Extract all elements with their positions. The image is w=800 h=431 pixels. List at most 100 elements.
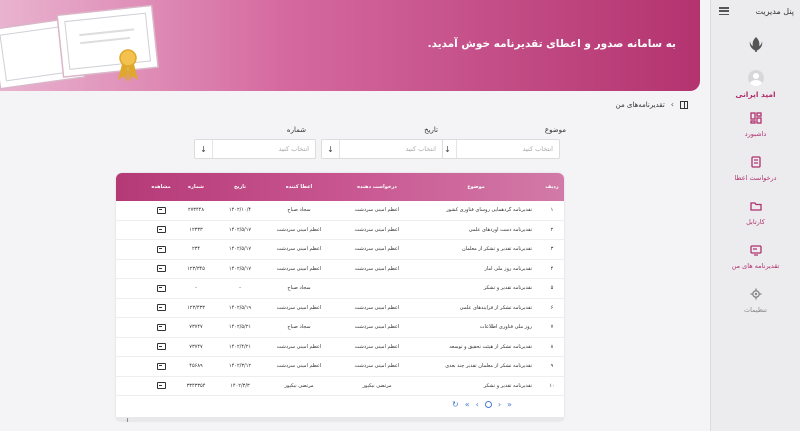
header-grantor[interactable]: اعطا کننده (264, 184, 334, 190)
header-index[interactable]: ردیف (540, 184, 564, 190)
breadcrumb: › تقدیرنامه‌های من (616, 100, 688, 109)
table-row[interactable]: ۲ تقدیرنامه دست آوردهای علمی اعظم امینی سر… (116, 221, 564, 240)
table-row[interactable]: ۷ روز ملی فناوری اطلاعات اعظم امینی سردشت س… (116, 318, 564, 338)
sidebar-item-label: داشبورد (744, 130, 767, 138)
user-name: امید ایرانی (735, 90, 776, 99)
cell-topic: تقدیرنامه دست آوردهای علمی (468, 226, 532, 233)
view-cell (146, 206, 176, 214)
cell-date: ۱۴۰۲/۳/۳ (230, 382, 250, 389)
sidebar-item-label: کارتابل (746, 218, 765, 226)
cell-grantor: اعظم امینی سردشت (276, 226, 322, 233)
view-certificate-icon[interactable] (156, 226, 166, 234)
table-row[interactable]: ۴ تقدیرنامه روز ملی آمار اعظم امینی سردشت ا… (116, 260, 564, 279)
cell-date: ۱۴۰۲/۵/۱۷ (228, 265, 252, 272)
table-row[interactable]: ۵ تقدیرنامه تقدیر و تشکر سجاد صباح - - (116, 279, 564, 299)
welcome-banner: به سامانه صدور و اعطای تقدیرنامه خوش آمد… (0, 0, 700, 91)
cell-requester: اعظم امینی سردشت (354, 363, 400, 370)
placeholder: انتخاب کنید (278, 145, 309, 153)
cell-topic: تقدیرنامه تشکر از معلمان تقدیر چند بعدی (445, 363, 532, 370)
header-number[interactable]: شماره (176, 184, 216, 190)
cell-grantor: سجاد صباح (287, 324, 311, 331)
cell-date: ۱۴۰۲/۵/۲۱ (228, 324, 252, 331)
table-header: ردیف موضوع درخواست دهنده اعطا کننده تاری… (116, 173, 564, 201)
cell-date: ۱۴۰۲/۵/۱۷ (228, 226, 252, 233)
refresh-icon[interactable]: ↻ (452, 400, 459, 409)
current-page-indicator[interactable] (484, 401, 492, 408)
view-certificate-icon[interactable] (156, 284, 166, 292)
cell-grantor: اعظم امینی سردشت (276, 265, 322, 272)
view-cell (146, 265, 176, 273)
cell-grantor: سجاد صباح (287, 207, 311, 214)
cell-requester: مرتضی نیکپور (362, 382, 392, 389)
table-row[interactable]: ۹ تقدیرنامه تشکر از معلمان تقدیر چند بعدی… (116, 357, 564, 377)
header-requester[interactable]: درخواست دهنده (334, 184, 420, 190)
date-filter-select[interactable]: انتخاب کنید ↓ (321, 139, 443, 159)
sidebar-item-settings[interactable]: تنظیمات (711, 283, 800, 327)
view-cell (146, 362, 176, 370)
cell-topic: تقدیرنامه تقدیر و تشکر از معلمان (461, 246, 532, 253)
cell-grantor: اعظم امینی سردشت (276, 246, 322, 253)
sidebar-item-cartable[interactable]: کارتابل (711, 195, 800, 239)
header-view[interactable]: مشاهده (146, 184, 176, 190)
table-row[interactable]: ۸ تقدیرنامه تشکر از هیئت تحقیق و توسعه اعظ… (116, 338, 564, 357)
view-certificate-icon[interactable] (156, 362, 166, 370)
view-cell (146, 284, 176, 292)
cell-topic: تقدیرنامه تقدیر و تشکر (483, 382, 532, 389)
sidebar-item-label: تنظیمات (744, 306, 767, 314)
view-cell (146, 245, 176, 253)
cell-number: ۳۳۴۳۳۵۴ (186, 382, 206, 389)
certificates-icon (749, 245, 762, 256)
table-row[interactable]: ۱ تقدیرنامه گردهمایی روسای فناوری کشور اعظ… (116, 201, 564, 221)
last-page-icon[interactable]: » (507, 400, 512, 409)
first-page-icon[interactable]: « (465, 400, 470, 409)
user-profile[interactable]: امید ایرانی (711, 70, 800, 99)
view-cell (146, 343, 176, 351)
cell-requester: اعظم امینی سردشت (354, 265, 400, 272)
sidebar-title: پنل مدیریت (755, 6, 794, 16)
arrow-down-icon[interactable]: ↓ (322, 140, 340, 158)
emblem-icon (749, 37, 762, 52)
table-row[interactable]: ۱۰ تقدیرنامه تقدیر و تشکر مرتضی نیکپور مرتض… (116, 377, 564, 396)
view-certificate-icon[interactable] (156, 245, 166, 253)
sidebar-item-my-certificates[interactable]: تقدیرنامه های من (711, 239, 800, 283)
header-date[interactable]: تاریخ (216, 184, 264, 190)
horizontal-scrollbar[interactable] (116, 417, 564, 421)
next-page-icon[interactable]: › (498, 400, 501, 409)
table-row[interactable]: ۳ تقدیرنامه تقدیر و تشکر از معلمان اعظم ام… (116, 240, 564, 260)
view-certificate-icon[interactable] (156, 343, 166, 351)
cell-topic: روز ملی فناوری اطلاعات (479, 324, 532, 331)
header-topic[interactable]: موضوع (420, 184, 540, 190)
cell-index: ۶ (550, 304, 554, 311)
cell-grantor: مرتضی نیکپور (284, 382, 314, 389)
topic-filter-select[interactable]: انتخاب کنید ↓ (438, 139, 560, 159)
cell-number: ۷۳۷۴۷ (189, 324, 203, 331)
table-row[interactable]: ۶ تقدیرنامه تشکر از فرآیندهای علمی اعظم ام… (116, 299, 564, 318)
cell-date: ۱۴۰۲/۳/۱۲ (228, 363, 252, 370)
sidebar-item-request[interactable]: درخواست اعطا (711, 151, 800, 195)
avatar[interactable] (747, 70, 764, 86)
view-cell (146, 323, 176, 331)
cell-index: ۹ (550, 363, 554, 370)
cell-index: ۵ (550, 285, 554, 292)
view-certificate-icon[interactable] (156, 304, 166, 312)
cell-requester: اعظم امینی سردشت (354, 304, 400, 311)
hamburger-menu-icon[interactable] (719, 7, 729, 15)
sidebar-item-dashboard[interactable]: داشبورد (711, 107, 800, 151)
view-certificate-icon[interactable] (156, 382, 166, 390)
number-filter-select[interactable]: انتخاب کنید ↓ (194, 139, 316, 159)
cell-number: ۱۲۳۳۳ (189, 226, 203, 233)
layout-icon (680, 100, 688, 109)
cell-date: ۱۴۰۲/۱۰/۴ (228, 207, 252, 214)
view-certificate-icon[interactable] (156, 265, 166, 273)
cell-index: ۳ (550, 246, 554, 253)
view-certificate-icon[interactable] (156, 323, 166, 331)
certificates-table: ردیف موضوع درخواست دهنده اعطا کننده تاری… (116, 173, 564, 421)
view-certificate-icon[interactable] (156, 206, 166, 214)
sidebar-header: پنل مدیریت (711, 0, 800, 22)
chevron-left-icon: › (670, 100, 674, 109)
cell-requester: اعظم امینی سردشت (354, 343, 400, 350)
cell-number: ۱۲۳/۴۳۳ (187, 304, 205, 311)
cell-grantor: سجاد صباح (287, 285, 311, 292)
arrow-down-icon[interactable]: ↓ (195, 140, 213, 158)
prev-page-icon[interactable]: ‹ (476, 400, 479, 409)
